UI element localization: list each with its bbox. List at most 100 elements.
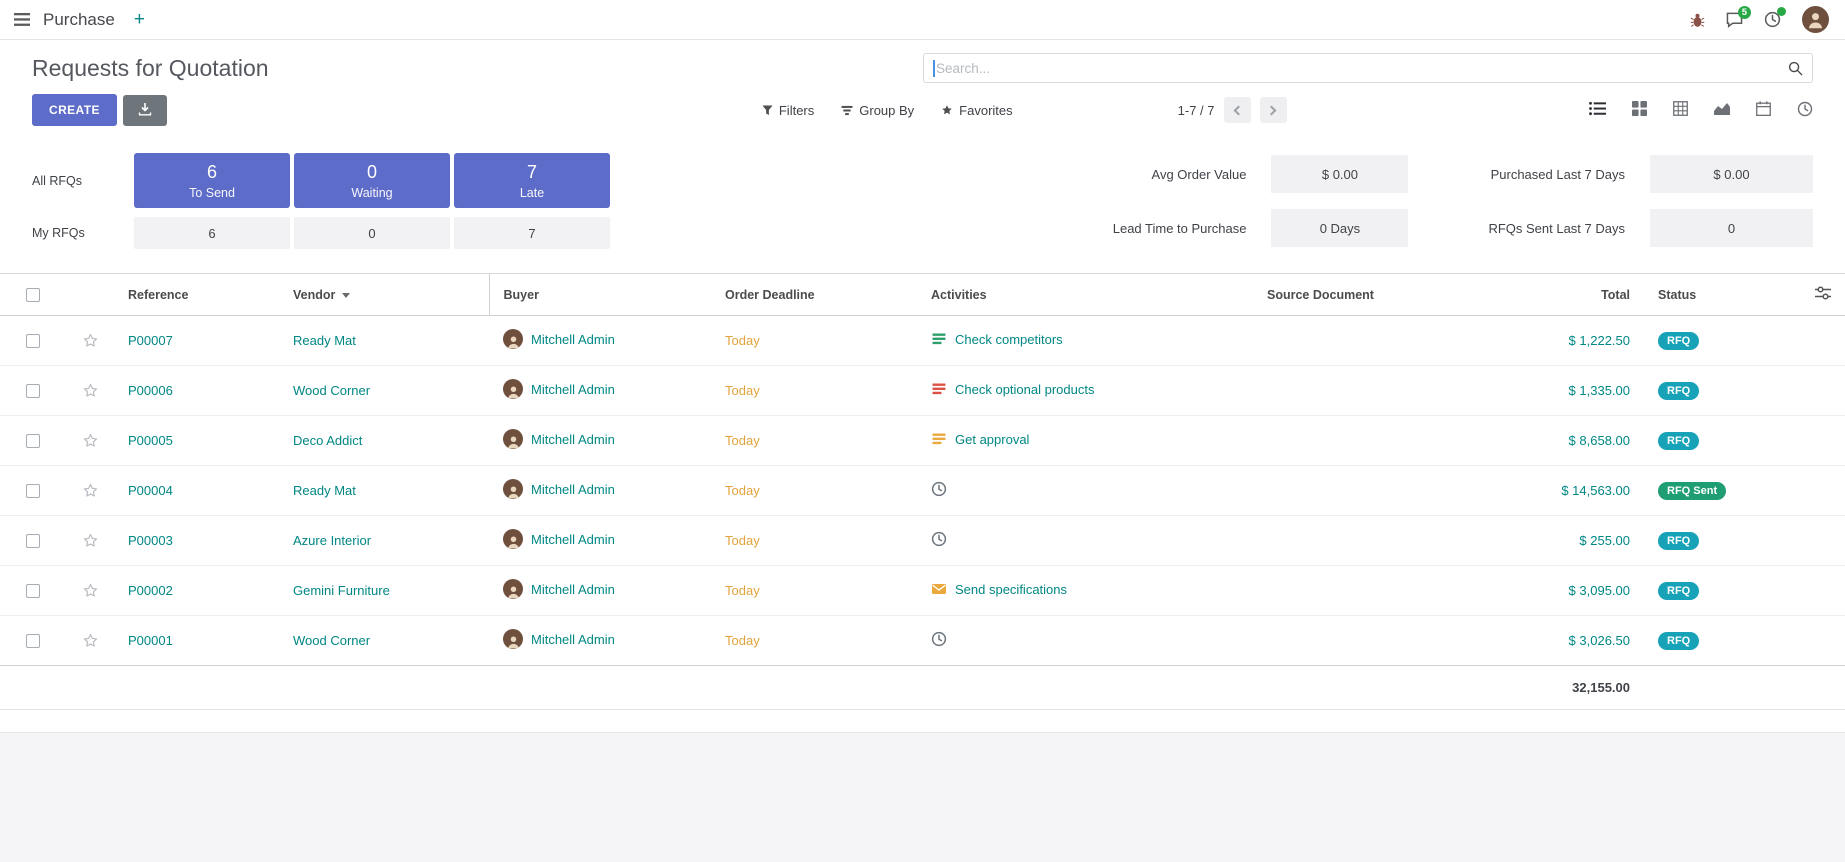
favorite-star-icon[interactable] — [82, 382, 99, 397]
pager-next-button[interactable] — [1260, 97, 1287, 123]
header-vendor[interactable]: Vendor — [279, 274, 489, 316]
apps-menu-icon[interactable] — [14, 13, 30, 26]
favorite-star-icon[interactable] — [82, 632, 99, 647]
activity-link[interactable]: Check competitors — [955, 332, 1063, 347]
list-view-icon — [1589, 101, 1606, 119]
reference-link[interactable]: P00007 — [128, 333, 173, 348]
my-late-count[interactable]: 7 — [454, 217, 610, 249]
my-waiting-count[interactable]: 0 — [294, 217, 450, 249]
row-checkbox[interactable] — [26, 384, 40, 398]
vendor-link[interactable]: Ready Mat — [293, 483, 356, 498]
view-activity-button[interactable] — [1797, 101, 1813, 120]
header-source-document[interactable]: Source Document — [1253, 274, 1553, 316]
messages-icon[interactable]: 5 — [1726, 12, 1743, 28]
reference-link[interactable]: P00004 — [128, 483, 173, 498]
activity-link[interactable]: Get approval — [955, 432, 1029, 447]
buyer-link[interactable]: Mitchell Admin — [531, 382, 615, 397]
create-button[interactable]: CREATE — [32, 94, 117, 126]
table-row[interactable]: P00005Deco AddictMitchell AdminTodayGet … — [0, 416, 1845, 466]
vendor-link[interactable]: Wood Corner — [293, 383, 370, 398]
header-buyer[interactable]: Buyer — [489, 274, 711, 316]
search-input[interactable] — [924, 54, 1812, 82]
row-checkbox[interactable] — [26, 634, 40, 648]
activity-todo-icon[interactable] — [931, 331, 947, 347]
my-to-send-count[interactable]: 6 — [134, 217, 290, 249]
header-status[interactable]: Status — [1644, 274, 1801, 316]
reference-link[interactable]: P00003 — [128, 533, 173, 548]
card-to-send[interactable]: 6 To Send — [134, 153, 290, 208]
pager-previous-button[interactable] — [1224, 97, 1251, 123]
header-total[interactable]: Total — [1553, 274, 1644, 316]
activities-icon[interactable] — [1764, 11, 1781, 28]
table-row[interactable]: P00004Ready MatMitchell AdminToday$ 14,5… — [0, 466, 1845, 516]
row-checkbox[interactable] — [26, 334, 40, 348]
my-rfqs-label: My RFQs — [32, 226, 130, 240]
export-button[interactable] — [123, 95, 167, 126]
user-avatar[interactable] — [1802, 6, 1829, 33]
buyer-avatar — [503, 379, 523, 399]
vendor-link[interactable]: Wood Corner — [293, 633, 370, 648]
row-checkbox[interactable] — [26, 434, 40, 448]
buyer-link[interactable]: Mitchell Admin — [531, 532, 615, 547]
favorite-star-icon[interactable] — [82, 532, 99, 547]
reference-link[interactable]: P00001 — [128, 633, 173, 648]
activity-link[interactable]: Send specifications — [955, 582, 1067, 597]
activity-todo-icon[interactable] — [931, 431, 947, 447]
favorite-star-icon[interactable] — [82, 332, 99, 347]
table-header-row: Reference Vendor Buyer Order Deadline Ac… — [0, 274, 1845, 316]
header-vendor-label: Vendor — [293, 288, 335, 302]
buyer-link[interactable]: Mitchell Admin — [531, 432, 615, 447]
card-late[interactable]: 7 Late — [454, 153, 610, 208]
table-row[interactable]: P00001Wood CornerMitchell AdminToday$ 3,… — [0, 616, 1845, 666]
view-list-button[interactable] — [1589, 101, 1606, 119]
favorite-star-icon[interactable] — [82, 582, 99, 597]
favorite-star-icon[interactable] — [82, 432, 99, 447]
vendor-link[interactable]: Azure Interior — [293, 533, 371, 548]
table-row[interactable]: P00006Wood CornerMitchell AdminTodayChec… — [0, 366, 1845, 416]
group-by-button[interactable]: Group By — [841, 103, 914, 118]
select-all-checkbox[interactable] — [26, 288, 40, 302]
row-checkbox[interactable] — [26, 534, 40, 548]
header-activities[interactable]: Activities — [917, 274, 1253, 316]
reference-link[interactable]: P00006 — [128, 383, 173, 398]
activity-clock-icon[interactable] — [931, 481, 947, 497]
status-badge: RFQ — [1658, 582, 1699, 600]
view-graph-button[interactable] — [1714, 102, 1730, 119]
reference-link[interactable]: P00005 — [128, 433, 173, 448]
search-box[interactable] — [923, 53, 1813, 83]
view-kanban-button[interactable] — [1632, 101, 1647, 119]
chevron-left-icon — [1234, 105, 1244, 115]
buyer-link[interactable]: Mitchell Admin — [531, 332, 615, 347]
view-calendar-button[interactable] — [1756, 101, 1771, 119]
optional-columns-icon[interactable] — [1815, 289, 1831, 303]
search-icon[interactable] — [1788, 61, 1803, 81]
vendor-link[interactable]: Gemini Furniture — [293, 583, 390, 598]
header-order-deadline[interactable]: Order Deadline — [711, 274, 917, 316]
debug-bug-icon[interactable] — [1690, 12, 1705, 28]
favorite-star-icon[interactable] — [82, 482, 99, 497]
table-row[interactable]: P00007Ready MatMitchell AdminTodayCheck … — [0, 316, 1845, 366]
buyer-link[interactable]: Mitchell Admin — [531, 582, 615, 597]
row-checkbox[interactable] — [26, 584, 40, 598]
table-row[interactable]: P00002Gemini FurnitureMitchell AdminToda… — [0, 566, 1845, 616]
vendor-link[interactable]: Ready Mat — [293, 333, 356, 348]
activity-clock-icon[interactable] — [931, 531, 947, 547]
favorites-button[interactable]: Favorites — [941, 103, 1012, 118]
row-checkbox[interactable] — [26, 484, 40, 498]
app-title[interactable]: Purchase — [43, 10, 115, 30]
filters-button[interactable]: Filters — [762, 103, 814, 118]
calendar-view-icon — [1756, 101, 1771, 119]
activity-link[interactable]: Check optional products — [955, 382, 1094, 397]
view-pivot-button[interactable] — [1673, 101, 1688, 119]
activity-clock-icon[interactable] — [931, 631, 947, 647]
header-reference[interactable]: Reference — [114, 274, 279, 316]
new-tab-button[interactable]: + — [134, 10, 145, 29]
vendor-link[interactable]: Deco Addict — [293, 433, 362, 448]
buyer-link[interactable]: Mitchell Admin — [531, 632, 615, 647]
table-row[interactable]: P00003Azure InteriorMitchell AdminToday$… — [0, 516, 1845, 566]
buyer-link[interactable]: Mitchell Admin — [531, 482, 615, 497]
activity-email-icon[interactable] — [931, 581, 947, 597]
card-waiting[interactable]: 0 Waiting — [294, 153, 450, 208]
reference-link[interactable]: P00002 — [128, 583, 173, 598]
activity-todo-icon[interactable] — [931, 381, 947, 397]
